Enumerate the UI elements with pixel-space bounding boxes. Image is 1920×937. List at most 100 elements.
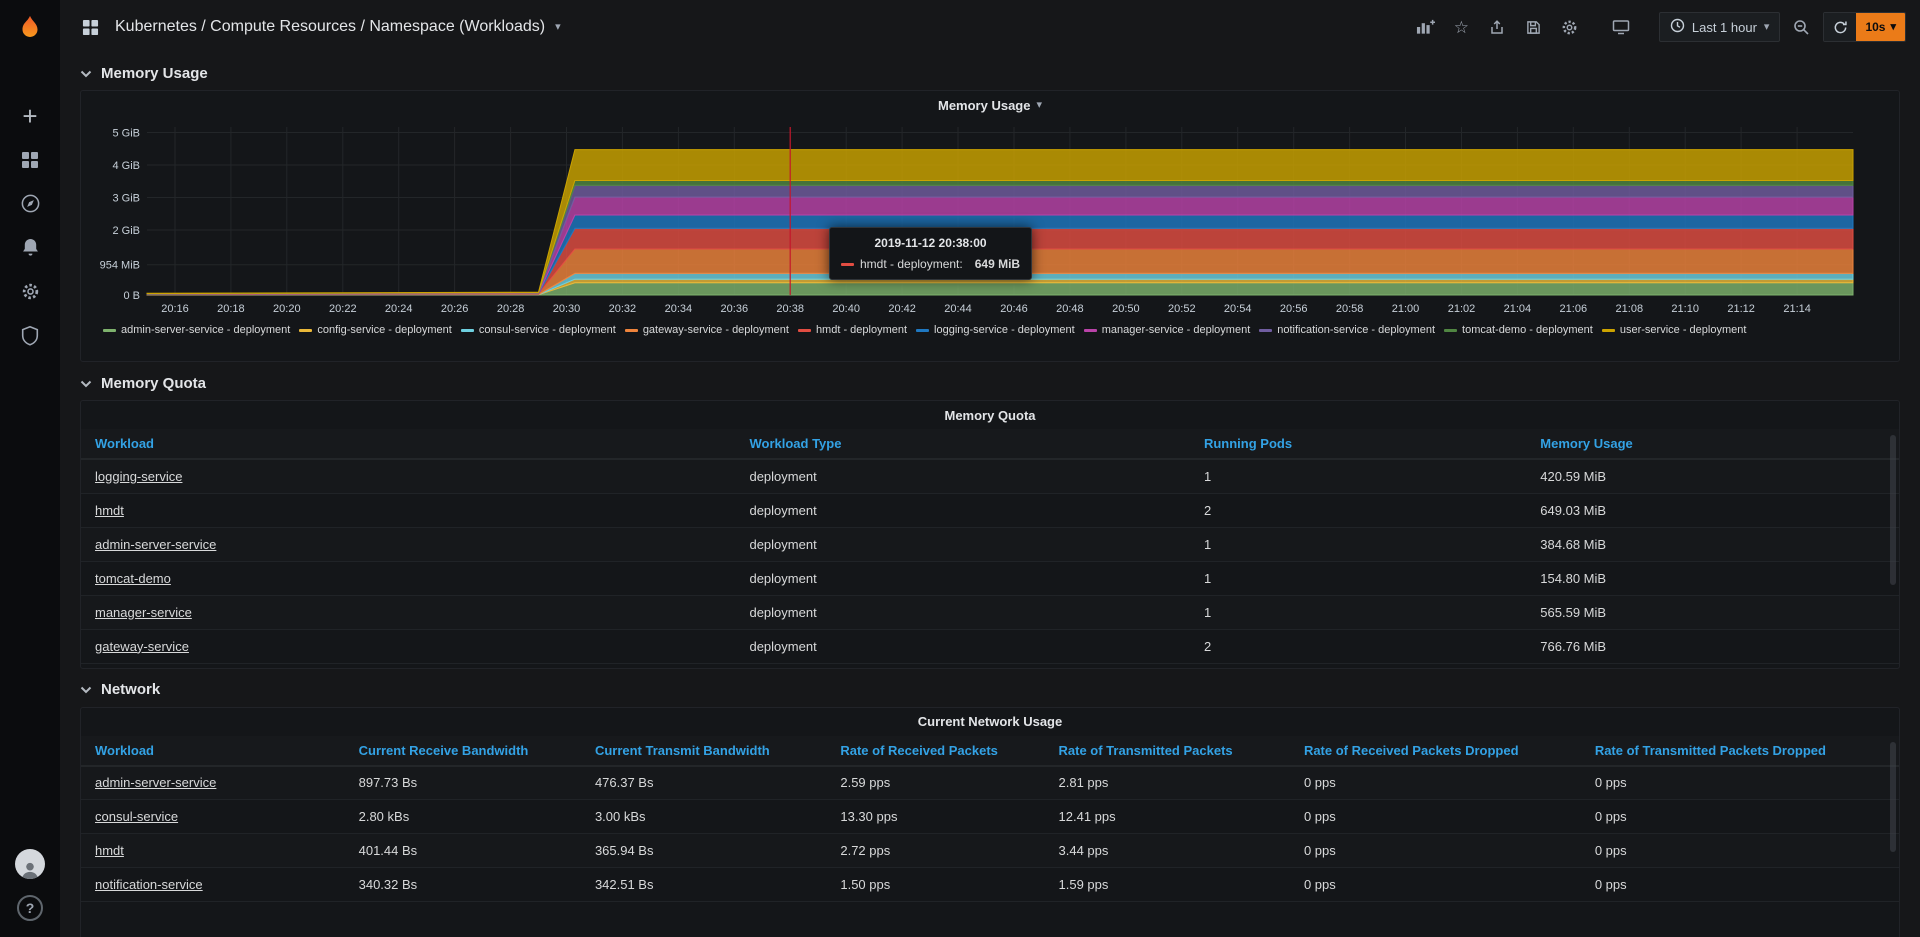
- legend-item[interactable]: hmdt - deployment: [798, 324, 907, 336]
- add-panel-icon[interactable]: [1411, 13, 1440, 42]
- table-cell: 766.76 MiB: [1526, 629, 1899, 663]
- svg-text:20:32: 20:32: [609, 303, 637, 315]
- table-row: logging-servicedeployment1420.59 MiB: [81, 459, 1899, 493]
- dashboard-title-button[interactable]: Kubernetes / Compute Resources / Namespa…: [76, 13, 561, 42]
- workload-link[interactable]: notification-service: [95, 877, 203, 892]
- memory-usage-panel: Memory Usage ▾ 20:1620:1820:2020:2220:24…: [80, 90, 1900, 362]
- column-header[interactable]: Rate of Transmitted Packets: [1045, 736, 1290, 766]
- workload-link[interactable]: admin-server-service: [95, 775, 216, 790]
- row-header-network[interactable]: Network: [80, 673, 1900, 707]
- column-header[interactable]: Rate of Received Packets: [826, 736, 1044, 766]
- column-header[interactable]: Workload Type: [735, 429, 1190, 459]
- memory-quota-panel: Memory Quota WorkloadWorkload TypeRunnin…: [80, 400, 1900, 669]
- table-cell: 420.59 MiB: [1526, 459, 1899, 493]
- star-icon[interactable]: ☆: [1447, 13, 1476, 42]
- network-table: WorkloadCurrent Receive BandwidthCurrent…: [81, 736, 1899, 903]
- memory-usage-chart[interactable]: 20:1620:1820:2020:2220:2420:2620:2820:30…: [89, 119, 1875, 319]
- memory-usage-panel-menu[interactable]: Memory Usage ▾: [89, 91, 1891, 119]
- row-header-memory-quota[interactable]: Memory Quota: [80, 366, 1900, 400]
- cycle-view-monitor-icon[interactable]: [1607, 13, 1636, 42]
- legend-label: admin-server-service - deployment: [121, 324, 290, 336]
- svg-text:20:40: 20:40: [832, 303, 860, 315]
- save-icon[interactable]: [1519, 13, 1548, 42]
- table-cell: 1.59 pps: [1045, 868, 1290, 902]
- svg-text:20:52: 20:52: [1168, 303, 1196, 315]
- apps-grid-icon: [76, 13, 105, 42]
- user-avatar[interactable]: [15, 849, 45, 879]
- legend-swatch: [1602, 329, 1615, 332]
- settings-gear-icon[interactable]: [1555, 13, 1584, 42]
- zoom-out-icon[interactable]: [1787, 13, 1816, 42]
- share-icon[interactable]: [1483, 13, 1512, 42]
- table-cell: 0 pps: [1290, 834, 1581, 868]
- table-cell: 476.37 Bs: [581, 766, 826, 800]
- workload-link[interactable]: admin-server-service: [95, 537, 216, 552]
- dashboards-icon[interactable]: [10, 144, 50, 175]
- svg-text:20:44: 20:44: [944, 303, 972, 315]
- table-cell: 2: [1190, 493, 1526, 527]
- legend-item[interactable]: notification-service - deployment: [1259, 324, 1435, 336]
- time-range-button[interactable]: Last 1 hour ▾: [1659, 12, 1781, 42]
- column-header[interactable]: Workload: [81, 429, 735, 459]
- table-cell: 897.73 Bs: [345, 766, 581, 800]
- table-cell: 0 pps: [1290, 766, 1581, 800]
- create-plus-icon[interactable]: +: [10, 100, 50, 131]
- server-admin-shield-icon[interactable]: [10, 320, 50, 351]
- column-header[interactable]: Current Receive Bandwidth: [345, 736, 581, 766]
- table-row: notification-service340.32 Bs342.51 Bs1.…: [81, 868, 1899, 902]
- grafana-logo-icon[interactable]: [0, 0, 60, 58]
- legend-item[interactable]: manager-service - deployment: [1084, 324, 1251, 336]
- column-header[interactable]: Workload: [81, 736, 345, 766]
- workload-link[interactable]: manager-service: [95, 605, 192, 620]
- configuration-gear-icon[interactable]: [10, 276, 50, 307]
- column-header[interactable]: Current Transmit Bandwidth: [581, 736, 826, 766]
- refresh-icon[interactable]: [1824, 13, 1856, 41]
- row-title: Memory Quota: [101, 375, 206, 392]
- legend-label: hmdt - deployment: [816, 324, 907, 336]
- svg-text:4 GiB: 4 GiB: [112, 160, 140, 172]
- workload-link[interactable]: tomcat-demo: [95, 571, 171, 586]
- column-header[interactable]: Running Pods: [1190, 429, 1526, 459]
- tooltip-series-value: 649 MiB: [975, 257, 1020, 271]
- legend-swatch: [299, 329, 312, 332]
- grafana-app: + ?: [0, 0, 1920, 937]
- table-scrollbar[interactable]: [1890, 742, 1896, 852]
- svg-text:20:46: 20:46: [1000, 303, 1028, 315]
- table-scrollbar[interactable]: [1890, 435, 1896, 585]
- svg-text:20:28: 20:28: [497, 303, 525, 315]
- refresh-interval-button[interactable]: 10s ▾: [1856, 13, 1905, 41]
- alerting-bell-icon[interactable]: [10, 232, 50, 263]
- row-header-memory-usage[interactable]: Memory Usage: [80, 56, 1900, 90]
- column-header[interactable]: Rate of Transmitted Packets Dropped: [1581, 736, 1899, 766]
- table-cell: 1: [1190, 595, 1526, 629]
- column-header[interactable]: Rate of Received Packets Dropped: [1290, 736, 1581, 766]
- workload-link[interactable]: hmdt: [95, 843, 124, 858]
- legend-item[interactable]: user-service - deployment: [1602, 324, 1747, 336]
- legend-item[interactable]: tomcat-demo - deployment: [1444, 324, 1593, 336]
- column-header[interactable]: Memory Usage: [1526, 429, 1899, 459]
- workload-link[interactable]: hmdt: [95, 503, 124, 518]
- legend-item[interactable]: config-service - deployment: [299, 324, 452, 336]
- refresh-interval-label: 10s: [1865, 20, 1885, 34]
- help-icon[interactable]: ?: [17, 895, 43, 921]
- network-panel-menu[interactable]: Current Network Usage: [81, 708, 1899, 736]
- legend-item[interactable]: logging-service - deployment: [916, 324, 1075, 336]
- svg-text:3 GiB: 3 GiB: [112, 193, 140, 205]
- table-row: tomcat-demodeployment1154.80 MiB: [81, 561, 1899, 595]
- workload-link[interactable]: gateway-service: [95, 639, 189, 654]
- svg-text:20:54: 20:54: [1224, 303, 1252, 315]
- tooltip-series-dash: [841, 263, 854, 266]
- memory-usage-chart-area[interactable]: 20:1620:1820:2020:2220:2420:2620:2820:30…: [89, 119, 1891, 319]
- sidebar: + ?: [0, 0, 60, 937]
- memory-quota-panel-menu[interactable]: Memory Quota: [81, 401, 1899, 429]
- svg-text:20:36: 20:36: [721, 303, 749, 315]
- explore-compass-icon[interactable]: [10, 188, 50, 219]
- legend-item[interactable]: consul-service - deployment: [461, 324, 616, 336]
- table-cell: deployment: [735, 527, 1190, 561]
- table-cell: 649.03 MiB: [1526, 493, 1899, 527]
- legend-swatch: [1259, 329, 1272, 332]
- legend-item[interactable]: gateway-service - deployment: [625, 324, 789, 336]
- workload-link[interactable]: logging-service: [95, 469, 182, 484]
- legend-item[interactable]: admin-server-service - deployment: [103, 324, 290, 336]
- workload-link[interactable]: consul-service: [95, 809, 178, 824]
